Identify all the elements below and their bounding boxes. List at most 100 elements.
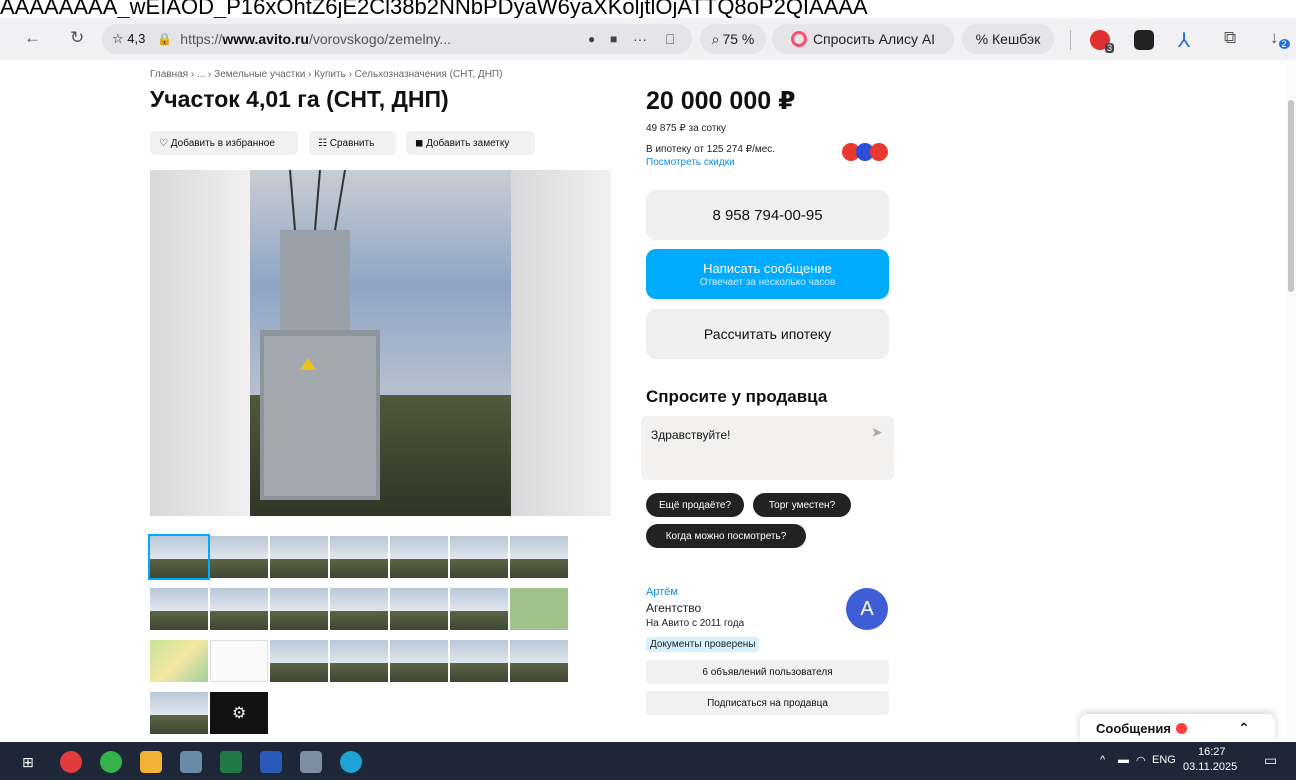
thumb-sky	[150, 588, 208, 612]
collapse-chevron-icon[interactable]: ⌃	[1238, 720, 1250, 737]
site-rating[interactable]: ☆ 4,3	[112, 31, 145, 47]
word-icon[interactable]	[260, 751, 282, 773]
seller-since: На Авито с 2011 года	[646, 618, 745, 629]
thumb-sky	[390, 640, 448, 664]
send-icon[interactable]: ➤	[871, 424, 883, 441]
chip-when-view[interactable]: Когда можно посмотреть?	[646, 524, 806, 548]
notifications-icon[interactable]: ▭	[1264, 752, 1277, 769]
subscribe-seller-button[interactable]: Подписаться на продавца	[646, 691, 889, 715]
ask-seller-input[interactable]	[651, 428, 851, 442]
notepad-app-icon[interactable]	[300, 751, 322, 773]
clock-date[interactable]: 03.11.2025	[1183, 761, 1237, 773]
bookmark-icon[interactable]: ⎕	[666, 31, 674, 48]
map-thumbnail[interactable]	[510, 588, 568, 630]
document-thumbnail[interactable]	[210, 640, 268, 682]
more-icon[interactable]: ···	[633, 31, 647, 47]
scroll-thumb[interactable]	[1288, 100, 1294, 292]
photo-thumbnail[interactable]	[270, 588, 328, 630]
thumb-sky	[150, 536, 208, 560]
photo-thumbnail[interactable]	[270, 640, 328, 682]
edge-icon[interactable]	[340, 751, 362, 773]
tool-app-icon[interactable]	[180, 751, 202, 773]
seller-name[interactable]: Артём	[646, 586, 678, 598]
yandex-browser-icon[interactable]	[60, 751, 82, 773]
seller-avatar[interactable]: А	[846, 588, 888, 630]
location-icon[interactable]: ●	[588, 32, 595, 46]
puzzle-extension-icon[interactable]: ⧉	[1224, 28, 1236, 48]
battery-icon[interactable]: ▬	[1118, 754, 1129, 766]
accessibility-extension-icon[interactable]: ⅄	[1178, 28, 1190, 53]
messages-panel[interactable]: Сообщения ⌃	[1080, 714, 1275, 742]
zoom-pill[interactable]: ⌕ 75 %	[700, 24, 766, 54]
photo-thumbnail[interactable]	[390, 640, 448, 682]
tray-chevron-icon[interactable]: ^	[1100, 754, 1105, 766]
compare-button[interactable]: ☷ Сравнить	[309, 131, 396, 155]
photo-thumbnail[interactable]	[450, 640, 508, 682]
back-icon[interactable]: ←	[24, 28, 41, 48]
photo-thumbnail[interactable]	[150, 692, 208, 734]
wifi-icon[interactable]: ◠	[1136, 754, 1146, 767]
breadcrumb[interactable]: Главная › ... › Земельные участки › Купи…	[150, 69, 502, 80]
photo-thumbnail[interactable]	[390, 588, 448, 630]
discounts-link[interactable]: Посмотреть скидки	[646, 157, 735, 168]
calc-mortgage-button[interactable]: Рассчитать ипотеку	[646, 309, 889, 359]
url-path: /vorovskogo/zemelny...	[308, 31, 452, 47]
lock-icon[interactable]: 🔒	[157, 32, 172, 46]
write-message-label: Написать сообщение	[703, 260, 832, 276]
seller-listings-button[interactable]: 6 объявлений пользователя	[646, 660, 889, 684]
photo-thumbnail[interactable]	[330, 640, 388, 682]
chip-still-selling[interactable]: Ещё продаёте?	[646, 493, 744, 517]
photo-thumbnail[interactable]	[148, 534, 210, 580]
chip-bargain[interactable]: Торг уместен?	[753, 493, 851, 517]
photo-thumbnail[interactable]	[270, 536, 328, 578]
thumb-field	[390, 663, 448, 682]
thumb-field	[390, 611, 448, 630]
windows-start-icon[interactable]: ⊞	[22, 754, 34, 771]
clock-time[interactable]: 16:27	[1198, 746, 1226, 758]
photo-thumbnail[interactable]	[330, 588, 388, 630]
thumb-field	[450, 611, 508, 630]
thumb-sky	[450, 588, 508, 612]
adblock-extension-icon[interactable]: 3	[1090, 30, 1114, 53]
alice-icon	[790, 31, 807, 47]
address-bar[interactable]: ☆ 4,3 🔒 https:// www.avito.ru /vorovskog…	[102, 24, 692, 54]
utorrent-icon[interactable]	[100, 751, 122, 773]
add-favorite-button[interactable]: ♡ Добавить в избранное	[150, 131, 298, 155]
photo-thumbnail[interactable]	[450, 588, 508, 630]
page-content: Главная › ... › Земельные участки › Купи…	[0, 60, 1296, 742]
photo-thumbnail[interactable]	[330, 536, 388, 578]
file-explorer-icon[interactable]	[140, 751, 162, 773]
add-note-button[interactable]: ◼ Добавить заметку	[406, 131, 535, 155]
photo-blur-left	[150, 170, 250, 516]
thumb-sky	[450, 640, 508, 664]
cashback-button[interactable]: % Кешбэк	[962, 24, 1054, 54]
thumb-sky	[510, 640, 568, 664]
download-icon[interactable]: ↓ 2	[1270, 28, 1290, 50]
thumb-field	[270, 611, 328, 630]
photo-thumbnail[interactable]	[210, 536, 268, 578]
alice-button[interactable]: Спросить Алису AI	[772, 24, 954, 54]
lang-indicator[interactable]: ENG	[1152, 754, 1176, 766]
extension-badge: 3	[1104, 43, 1114, 53]
tab-extension-icon[interactable]	[1134, 30, 1154, 50]
photo-thumbnail[interactable]	[390, 536, 448, 578]
thumb-sky	[270, 536, 328, 560]
photo-thumbnail[interactable]	[150, 588, 208, 630]
more-photos-thumbnail[interactable]: ⚙	[210, 692, 268, 734]
write-message-button[interactable]: Написать сообщение Отвечает за несколько…	[646, 249, 889, 299]
page-scrollbar[interactable]	[1286, 60, 1296, 742]
bank-logos-icon[interactable]	[842, 143, 890, 161]
price-per-sotka: 49 875 ₽ за сотку	[646, 123, 726, 134]
thumb-sky	[510, 536, 568, 560]
photo-thumbnail[interactable]	[510, 640, 568, 682]
toolbar-divider	[1070, 30, 1071, 50]
photo-thumbnail[interactable]	[210, 588, 268, 630]
main-photo[interactable]	[150, 170, 611, 516]
chat-icon[interactable]: ■	[610, 32, 617, 46]
photo-thumbnail[interactable]	[510, 536, 568, 578]
phone-button[interactable]: 8 958 794-00-95	[646, 190, 889, 240]
excel-icon[interactable]	[220, 751, 242, 773]
photo-thumbnail[interactable]	[450, 536, 508, 578]
plan-thumbnail[interactable]	[150, 640, 208, 682]
reload-icon[interactable]: ↻	[70, 28, 84, 48]
